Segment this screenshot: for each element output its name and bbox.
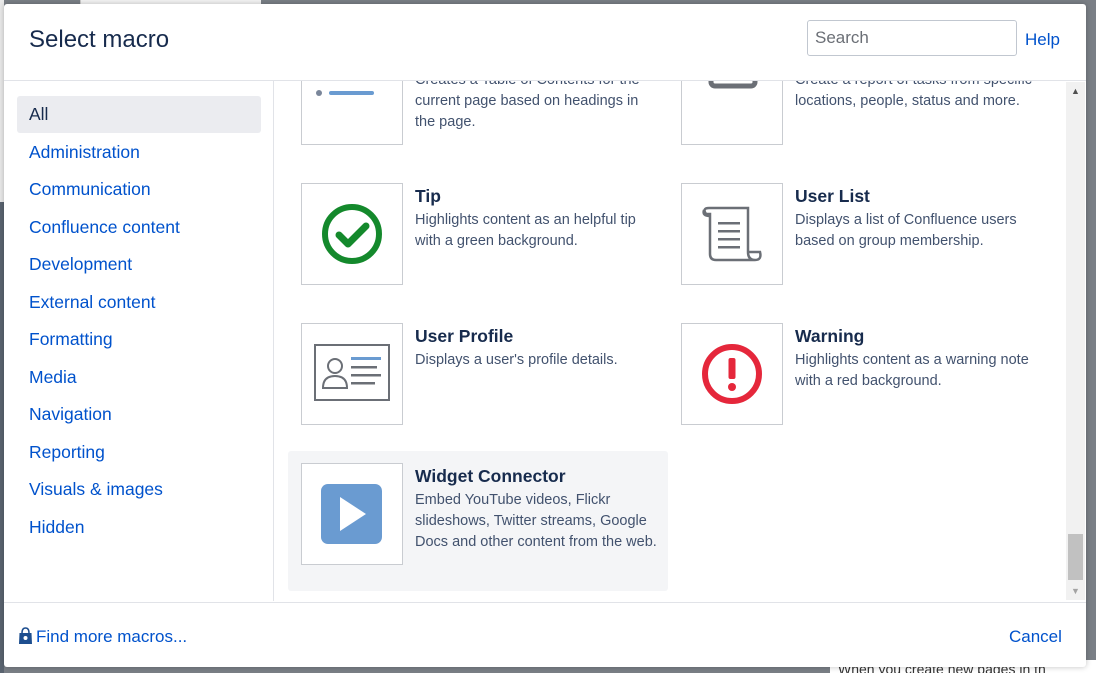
- warning-exclamation-icon: [681, 323, 783, 425]
- macro-description: Highlights content as an helpful tip wit…: [415, 212, 636, 249]
- select-macro-dialog: Select macro Help All Administration Com…: [4, 4, 1086, 667]
- category-development[interactable]: Development: [17, 246, 261, 283]
- find-more-macros-link[interactable]: Find more macros...: [18, 627, 187, 650]
- category-confluence-content[interactable]: Confluence content: [17, 209, 261, 246]
- category-media[interactable]: Media: [17, 359, 261, 396]
- macro-list: Creates a Table of Contents for the curr…: [274, 81, 1068, 601]
- dialog-title: Select macro: [29, 26, 170, 53]
- macro-list-scrollbar[interactable]: ▲ ▼: [1066, 82, 1085, 600]
- category-external-content[interactable]: External content: [17, 284, 261, 321]
- category-visuals-images[interactable]: Visuals & images: [17, 471, 261, 508]
- category-navigation[interactable]: Navigation: [17, 396, 261, 433]
- search-input[interactable]: [807, 20, 1017, 56]
- category-communication[interactable]: Communication: [17, 171, 261, 208]
- macro-name: User List: [795, 186, 870, 206]
- macro-name: Warning: [795, 326, 865, 346]
- category-administration[interactable]: Administration: [17, 134, 261, 171]
- marketplace-bag-icon: [18, 627, 33, 650]
- macro-card-user-profile[interactable]: User Profile Displays a user's profile d…: [288, 323, 668, 463]
- cancel-button[interactable]: Cancel: [1009, 627, 1062, 647]
- macro-description: Create a report of tasks from specific l…: [795, 81, 1032, 109]
- macro-card-task-report[interactable]: Create a report of tasks from specific l…: [668, 81, 1048, 183]
- task-report-icon: [681, 81, 783, 145]
- category-formatting[interactable]: Formatting: [17, 321, 261, 358]
- dialog-footer: Find more macros... Cancel: [4, 602, 1086, 667]
- macro-card-user-list[interactable]: User List Displays a list of Confluence …: [668, 183, 1048, 323]
- macro-description: Displays a list of Confluence users base…: [795, 212, 1017, 249]
- scroll-down-arrow-icon[interactable]: ▼: [1066, 582, 1085, 600]
- macro-card-warning[interactable]: Warning Highlights content as a warning …: [668, 323, 1048, 463]
- macro-name: User Profile: [415, 326, 514, 346]
- play-icon: [301, 463, 403, 565]
- macro-name: Tip: [415, 186, 441, 206]
- scrollbar-thumb[interactable]: [1068, 534, 1083, 580]
- table-of-contents-icon: [301, 81, 403, 145]
- tip-check-icon: [301, 183, 403, 285]
- category-all[interactable]: All: [17, 96, 261, 133]
- profile-card-icon: [301, 323, 403, 425]
- macro-description: Creates a Table of Contents for the curr…: [415, 81, 640, 130]
- macro-description: Embed YouTube videos, Flickr slideshows,…: [415, 492, 657, 550]
- find-more-macros-label: Find more macros...: [36, 627, 188, 646]
- macro-card-tip[interactable]: Tip Highlights content as an helpful tip…: [288, 183, 668, 323]
- dialog-header: Select macro Help: [4, 4, 1086, 81]
- category-reporting[interactable]: Reporting: [17, 434, 261, 471]
- macro-card-table-of-contents[interactable]: Creates a Table of Contents for the curr…: [288, 81, 668, 183]
- category-hidden[interactable]: Hidden: [17, 509, 261, 546]
- macro-description: Highlights content as a warning note wit…: [795, 352, 1029, 389]
- category-sidebar: All Administration Communication Conflue…: [4, 81, 274, 601]
- macro-name: Widget Connector: [415, 466, 566, 486]
- scroll-up-arrow-icon[interactable]: ▲: [1066, 82, 1085, 100]
- macro-description: Displays a user's profile details.: [415, 352, 618, 368]
- scroll-list-icon: [681, 183, 783, 285]
- macro-card-widget-connector[interactable]: Widget Connector Embed YouTube videos, F…: [288, 451, 668, 591]
- help-link[interactable]: Help: [1025, 30, 1060, 50]
